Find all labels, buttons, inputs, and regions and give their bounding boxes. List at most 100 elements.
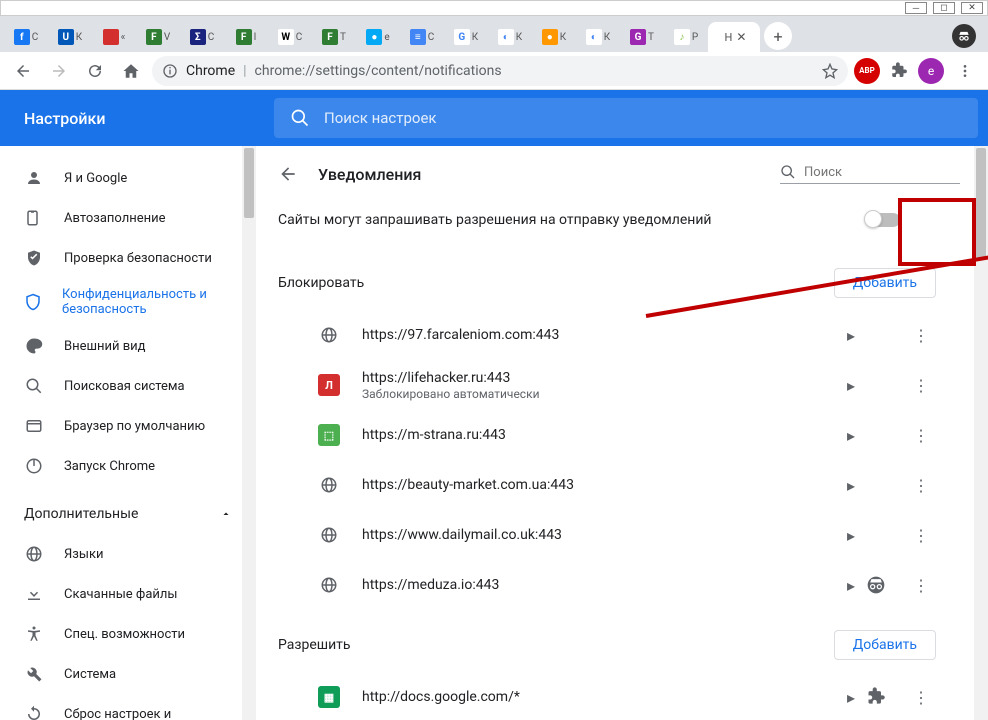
palette-icon — [24, 337, 44, 355]
sidebar-item-label: Я и Google — [64, 171, 127, 186]
sidebar-item[interactable]: Скачанные файлы — [0, 574, 240, 614]
blocked-site-row[interactable]: Лhttps://lifehacker.ru:443Заблокировано … — [278, 360, 960, 410]
site-info-icon[interactable] — [162, 63, 178, 79]
site-more-menu[interactable]: ⋮ — [906, 526, 936, 545]
blocked-site-row[interactable]: https://beauty-market.com.ua:443▸⋮ — [278, 460, 960, 510]
new-tab-button[interactable]: + — [764, 22, 792, 50]
browser-tab[interactable]: GК — [444, 22, 488, 52]
address-bar[interactable]: Chrome | chrome://settings/content/notif… — [152, 56, 848, 86]
page-search[interactable] — [780, 164, 960, 184]
block-section-label: Блокировать — [278, 275, 364, 291]
tab-close-icon[interactable]: ✕ — [736, 30, 746, 44]
site-details-arrow[interactable]: ▸ — [836, 476, 866, 495]
browser-tab[interactable]: ◐К — [488, 22, 532, 52]
sidebar-item[interactable]: Сброс настроек и — [0, 694, 240, 720]
bookmark-star-icon[interactable] — [822, 63, 838, 79]
browser-tab[interactable]: UК — [48, 22, 92, 52]
globe-icon — [24, 545, 44, 563]
blocked-site-row[interactable]: https://97.farcaleniom.com:443▸ ⋮ — [278, 310, 960, 360]
settings-search[interactable] — [274, 98, 978, 138]
back-button[interactable] — [8, 56, 38, 86]
browser-tab[interactable]: GT — [620, 22, 664, 52]
browser-tab[interactable]: ●К — [532, 22, 576, 52]
globe-icon — [318, 474, 340, 496]
sidebar-item-label: Сброс настроек и — [64, 707, 171, 720]
incognito-icon — [866, 575, 906, 595]
notifications-toggle[interactable] — [866, 213, 900, 227]
page-back-button[interactable] — [278, 164, 298, 184]
sidebar-item[interactable]: Конфиденциальность и безопасность — [0, 278, 240, 326]
sidebar-item[interactable]: Система — [0, 654, 240, 694]
extension-icon — [866, 687, 906, 707]
sidebar-item-label: Автозаполнение — [64, 211, 166, 226]
browser-tab-active[interactable]: Н✕ — [708, 22, 760, 52]
home-button[interactable] — [116, 56, 146, 86]
browser-tab[interactable]: ΣC — [180, 22, 224, 52]
sidebar-advanced-header[interactable]: Дополнительные — [0, 494, 256, 534]
extensions-button[interactable] — [886, 58, 912, 84]
sidebar-item[interactable]: Поисковая система — [0, 366, 240, 406]
sidebar-item[interactable]: Языки — [0, 534, 240, 574]
site-details-arrow[interactable]: ▸ — [836, 526, 866, 545]
sidebar-item[interactable]: Браузер по умолчанию — [0, 406, 240, 446]
site-more-menu[interactable]: ⋮ — [906, 576, 936, 595]
sidebar-item-label: Поисковая система — [64, 379, 185, 394]
browser-tab[interactable]: « — [92, 22, 136, 52]
site-more-menu[interactable]: ⋮ — [906, 326, 936, 345]
site-url: https://www.dailymail.co.uk:443 — [362, 527, 836, 543]
sidebar-item[interactable]: Я и Google — [0, 158, 240, 198]
restore-icon — [24, 705, 44, 720]
url-separator: | — [243, 63, 246, 79]
sidebar-item[interactable]: Запуск Chrome — [0, 446, 240, 486]
browser-tab[interactable]: ◐К — [576, 22, 620, 52]
incognito-indicator-icon[interactable] — [952, 24, 976, 48]
settings-search-input[interactable] — [324, 109, 962, 127]
sidebar-item-label: Запуск Chrome — [64, 459, 155, 474]
window-maximize[interactable]: ◻ — [933, 2, 955, 14]
site-more-menu[interactable]: ⋮ — [906, 476, 936, 495]
main-scrollbar[interactable] — [974, 146, 988, 720]
sidebar-item[interactable]: Спец. возможности — [0, 614, 240, 654]
sidebar-item-label: Проверка безопасности — [64, 251, 212, 266]
site-more-menu[interactable]: ⋮ — [906, 376, 936, 395]
browser-tab[interactable]: FT — [312, 22, 356, 52]
blocked-site-row[interactable]: ⬚ https://m-strana.ru:443▸ ⋮ — [278, 410, 960, 460]
site-details-arrow[interactable]: ▸ — [836, 688, 866, 707]
browser-tab[interactable]: FV — [136, 22, 180, 52]
browser-tab[interactable]: FI — [224, 22, 268, 52]
sidebar-item[interactable]: Внешний вид — [0, 326, 240, 366]
browser-tab[interactable]: fC — [4, 22, 48, 52]
site-details-arrow[interactable]: ▸ — [836, 376, 866, 395]
site-favicon: ⬚ — [318, 424, 340, 446]
site-details-arrow[interactable]: ▸ — [836, 326, 866, 345]
sidebar-item-label: Система — [64, 667, 116, 682]
sidebar-item[interactable]: Автозаполнение — [0, 198, 240, 238]
browser-tab[interactable]: ♪P — [664, 22, 708, 52]
blocked-site-row[interactable]: https://www.dailymail.co.uk:443▸ ⋮ — [278, 510, 960, 560]
accessibility-icon — [24, 625, 44, 643]
add-blocked-button[interactable]: Добавить — [834, 268, 936, 298]
profile-avatar[interactable]: e — [918, 58, 944, 84]
site-details-arrow[interactable]: ▸ — [836, 426, 866, 445]
site-url: https://m-strana.ru:443 — [362, 427, 836, 443]
browser-menu-button[interactable] — [950, 56, 980, 86]
browser-tab[interactable]: ≡C — [400, 22, 444, 52]
forward-button[interactable] — [44, 56, 74, 86]
site-url: https://97.farcaleniom.com:443 — [362, 327, 836, 343]
allowed-site-row[interactable]: ▦http://docs.google.com/*▸⋮ — [278, 672, 960, 720]
blocked-site-row[interactable]: https://meduza.io:443▸⋮ — [278, 560, 960, 610]
window-close[interactable]: ✕ — [961, 2, 983, 14]
site-sublabel: Заблокировано автоматически — [362, 387, 836, 401]
sidebar-scrollbar[interactable] — [242, 146, 256, 720]
window-minimize[interactable]: ─ — [905, 2, 927, 14]
add-allowed-button[interactable]: Добавить — [834, 630, 936, 660]
site-more-menu[interactable]: ⋮ — [906, 688, 936, 707]
page-search-input[interactable] — [804, 165, 970, 180]
adblock-extension-icon[interactable]: ABP — [854, 58, 880, 84]
sidebar-item[interactable]: Проверка безопасности — [0, 238, 240, 278]
browser-tab[interactable]: WC — [268, 22, 312, 52]
browser-tab[interactable]: ●e — [356, 22, 400, 52]
site-more-menu[interactable]: ⋮ — [906, 426, 936, 445]
site-details-arrow[interactable]: ▸ — [836, 576, 866, 595]
reload-button[interactable] — [80, 56, 110, 86]
